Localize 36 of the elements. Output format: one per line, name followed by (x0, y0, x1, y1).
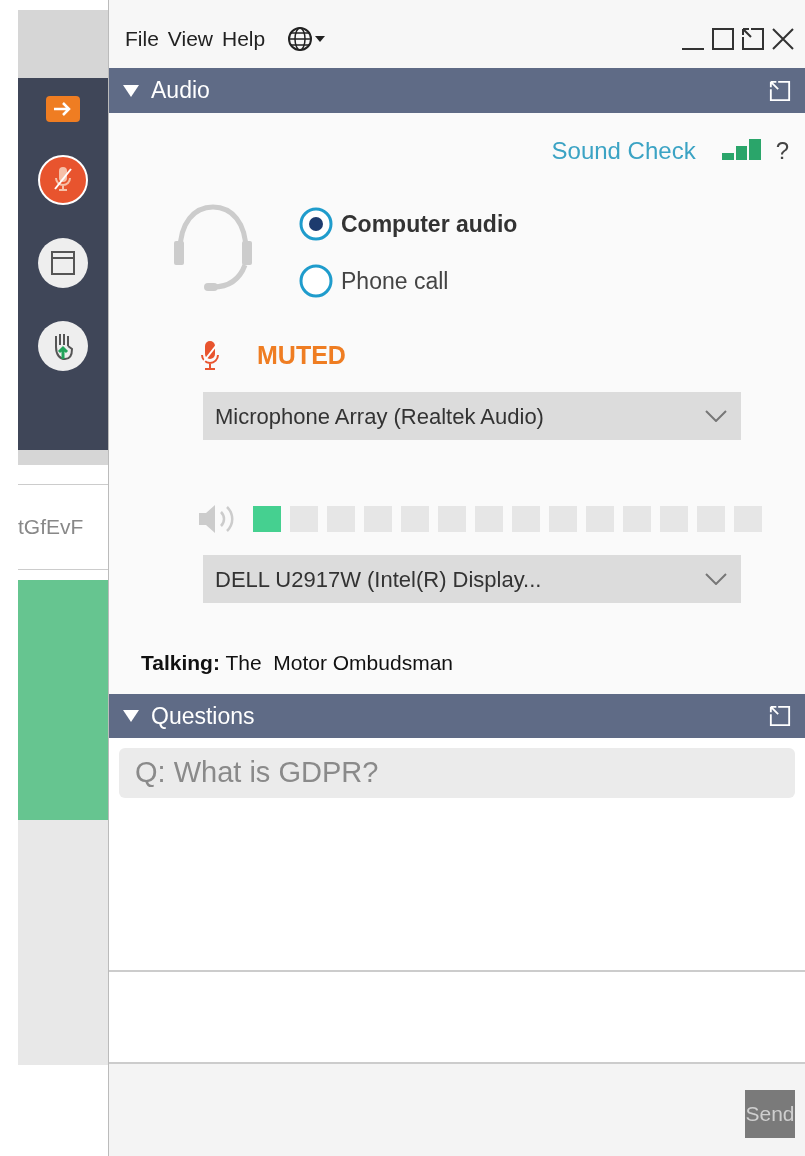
radio-option[interactable]: Phone call (299, 263, 518, 298)
radio-option[interactable]: Computer audio (299, 207, 518, 242)
popout-icon[interactable] (741, 27, 765, 51)
radio-button[interactable] (299, 207, 333, 242)
caret-icon (705, 573, 727, 585)
microphone-dropdown[interactable]: Microphone Array (Realtek Audio) (203, 392, 741, 440)
signal-icon (721, 139, 762, 163)
maximize-icon[interactable] (711, 27, 735, 51)
audio-header[interactable]: Audio (109, 68, 805, 113)
talking-label: Talking: The Motor Ombudsman (141, 650, 453, 676)
close-icon[interactable] (771, 27, 795, 51)
questions-header[interactable]: Questions (109, 694, 805, 738)
section-title: Questions (151, 701, 255, 731)
collapse-icon[interactable] (123, 84, 139, 97)
speaker-dropdown[interactable]: DELL U2917W (Intel(R) Display... (203, 555, 741, 603)
mic-status: MUTED (257, 340, 346, 371)
caret-icon (315, 36, 326, 42)
window-icon (50, 250, 76, 276)
question-input[interactable] (109, 972, 805, 1064)
menu-item[interactable]: View (167, 23, 213, 55)
menu-item[interactable]: Help (222, 23, 266, 55)
section-title: Audio (151, 76, 210, 106)
radio-button[interactable] (299, 263, 333, 298)
page-text: tGfEvF (18, 514, 84, 541)
globe-icon (287, 26, 314, 52)
caret-icon (705, 410, 727, 422)
arrow-button[interactable] (46, 96, 80, 122)
window-button[interactable] (38, 238, 88, 288)
help-link[interactable]: ? (775, 133, 789, 169)
headset-icon (172, 203, 254, 293)
collapse-icon[interactable] (123, 710, 139, 722)
menu-item[interactable]: File (125, 23, 159, 55)
raise-hand-button[interactable] (38, 321, 88, 371)
arrow-icon (53, 102, 73, 116)
language-button[interactable] (287, 26, 326, 52)
mute-button[interactable] (38, 155, 88, 205)
